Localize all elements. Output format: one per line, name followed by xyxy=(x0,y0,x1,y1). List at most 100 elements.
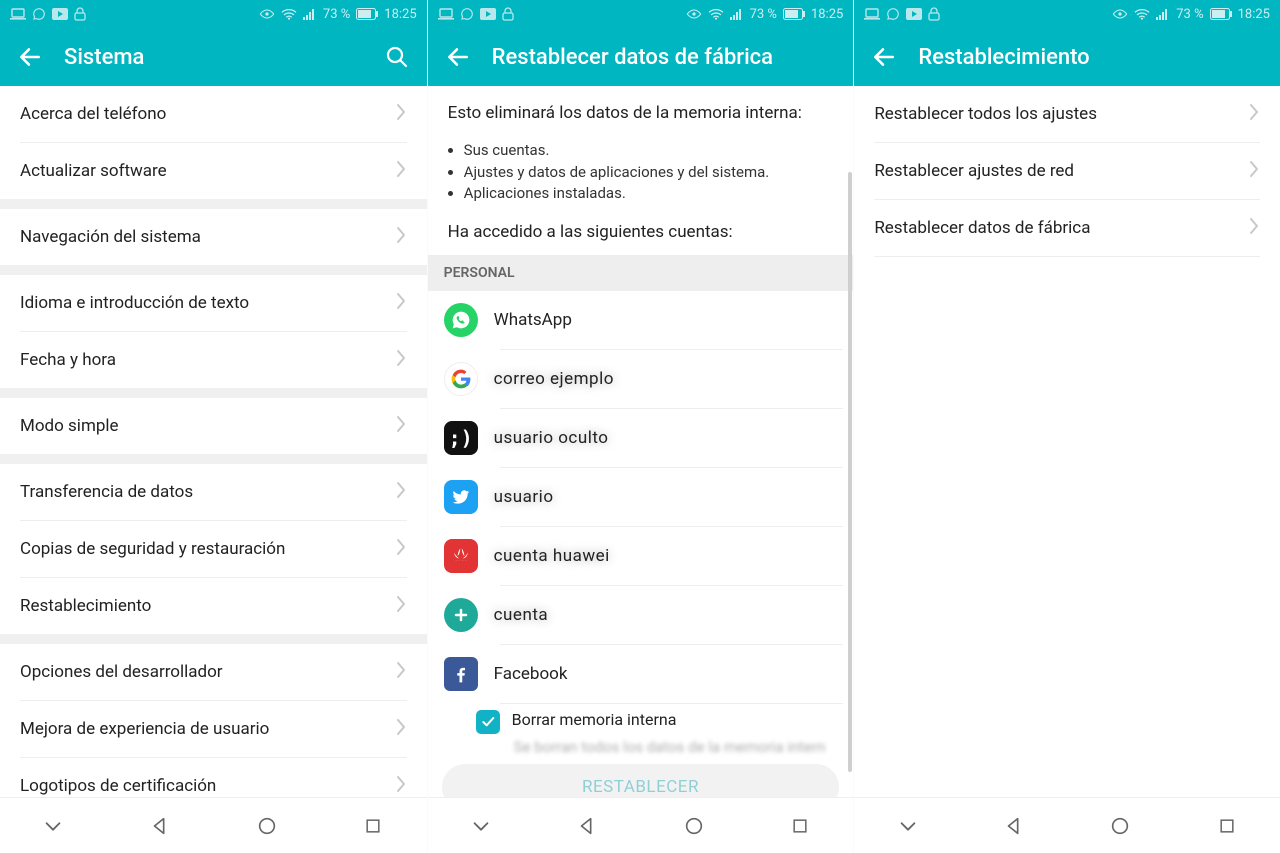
software-update-row[interactable]: Actualizar software xyxy=(0,143,427,199)
row-label: Modo simple xyxy=(20,416,395,436)
battery-icon xyxy=(783,8,805,20)
nav-home-button[interactable] xyxy=(1098,804,1142,848)
account-facebook[interactable]: Facebook xyxy=(428,645,854,703)
reset-network-settings-row[interactable]: Restablecer ajustes de red xyxy=(854,143,1280,199)
row-chevron xyxy=(395,717,407,742)
nav-expand-button[interactable] xyxy=(886,804,930,848)
clock: 18:25 xyxy=(384,7,416,22)
account-label: WhatsApp xyxy=(494,310,838,330)
chevron-right-icon xyxy=(395,348,407,368)
language-input-row[interactable]: Idioma e introducción de texto xyxy=(0,275,427,331)
factory-reset-row[interactable]: Restablecer datos de fábrica xyxy=(854,200,1280,256)
nav-home-button[interactable] xyxy=(245,804,289,848)
triangle-back-icon xyxy=(1003,815,1025,837)
wifi-icon xyxy=(708,8,724,20)
account-label: usuario oculto xyxy=(494,428,838,448)
reset-all-settings-row[interactable]: Restablecer todos los ajustes xyxy=(854,86,1280,142)
page-title: Restablecimiento xyxy=(918,45,1266,70)
section-gap xyxy=(0,634,427,644)
account-google[interactable]: correo ejemplo xyxy=(428,350,854,408)
triangle-back-icon xyxy=(576,815,598,837)
account-whatsapp[interactable]: WhatsApp xyxy=(428,291,854,349)
date-time-row[interactable]: Fecha y hora xyxy=(0,332,427,388)
pane-restablecimiento: 73 % 18:25 Restablecimiento Restablecer … xyxy=(853,0,1280,853)
eye-care-icon xyxy=(259,8,275,20)
accounts-list: WhatsApp correo ejemplo;)usuario ocultous… xyxy=(428,291,854,704)
app-bar-factory-reset: Restablecer datos de fábrica xyxy=(428,28,854,86)
status-bar: 73 % 18:25 xyxy=(854,0,1280,28)
back-button[interactable] xyxy=(868,41,900,73)
nav-recent-button[interactable] xyxy=(1205,804,1249,848)
factory-reset-intro: Esto eliminará los datos de la memoria i… xyxy=(428,86,854,136)
status-right-icons: 73 % 18:25 xyxy=(1112,7,1270,22)
status-bar: 73 % 18:25 xyxy=(0,0,427,28)
row-chevron xyxy=(395,414,407,439)
nav-bar xyxy=(0,797,427,853)
status-right-icons: 73 % 18:25 xyxy=(686,7,844,22)
erase-checkbox[interactable] xyxy=(476,710,500,734)
backup-restore-row[interactable]: Copias de seguridad y restauración xyxy=(0,521,427,577)
nav-expand-button[interactable] xyxy=(459,804,503,848)
battery-percent: 73 % xyxy=(750,7,777,22)
nav-expand-button[interactable] xyxy=(31,804,75,848)
section-gap xyxy=(0,199,427,209)
nav-bar xyxy=(854,797,1280,853)
back-button[interactable] xyxy=(442,41,474,73)
row-label: Navegación del sistema xyxy=(20,227,395,247)
account-label: Facebook xyxy=(494,664,838,684)
lock-status-icon xyxy=(502,7,514,21)
user-experience-row[interactable]: Mejora de experiencia de usuario xyxy=(0,701,427,757)
row-label: Idioma e introducción de texto xyxy=(20,293,395,313)
row-label: Restablecer datos de fábrica xyxy=(874,218,1248,238)
account-twitter[interactable]: usuario xyxy=(428,468,854,526)
status-left-icons xyxy=(438,7,514,21)
scrollbar[interactable] xyxy=(848,172,852,772)
wifi-icon xyxy=(1134,8,1150,20)
status-bar: 73 % 18:25 xyxy=(428,0,854,28)
nav-back-button[interactable] xyxy=(565,804,609,848)
nav-recent-button[interactable] xyxy=(778,804,822,848)
status-left-icons xyxy=(10,7,86,21)
battery-percent: 73 % xyxy=(1176,7,1203,22)
account-generic[interactable]: ;)usuario oculto xyxy=(428,409,854,467)
nav-home-button[interactable] xyxy=(672,804,716,848)
square-recent-icon xyxy=(363,816,383,836)
clock: 18:25 xyxy=(811,7,843,22)
circle-home-icon xyxy=(256,815,278,837)
erase-bullets: Sus cuentas.Ajustes y datos de aplicacio… xyxy=(428,136,854,217)
search-button[interactable] xyxy=(381,41,413,73)
erase-bullet: Ajustes y datos de aplicaciones y del si… xyxy=(464,162,832,184)
certification-logos-row[interactable]: Logotipos de certificación xyxy=(0,758,427,797)
chevron-right-icon xyxy=(395,414,407,434)
reset-button-label: RESTABLECER xyxy=(582,777,699,797)
pane-sistema: 73 % 18:25 Sistema Acerca del teléfonoAc… xyxy=(0,0,427,853)
chevron-right-icon xyxy=(395,225,407,245)
nav-back-button[interactable] xyxy=(138,804,182,848)
youtube-status-icon xyxy=(906,8,922,20)
reset-button[interactable]: RESTABLECER xyxy=(442,764,840,797)
chevron-right-icon xyxy=(395,717,407,737)
row-label: Restablecer ajustes de red xyxy=(874,161,1248,181)
reset-row[interactable]: Restablecimiento xyxy=(0,578,427,634)
nav-back-button[interactable] xyxy=(992,804,1036,848)
account-huawei[interactable]: cuenta huawei xyxy=(428,527,854,585)
nav-recent-button[interactable] xyxy=(351,804,395,848)
signal-icon xyxy=(303,8,317,20)
chevron-right-icon xyxy=(395,291,407,311)
row-chevron xyxy=(1248,159,1260,184)
simple-mode-row[interactable]: Modo simple xyxy=(0,398,427,454)
account-plus[interactable]: cuenta xyxy=(428,586,854,644)
youtube-status-icon xyxy=(52,8,68,20)
system-navigation-row[interactable]: Navegación del sistema xyxy=(0,209,427,265)
back-button[interactable] xyxy=(14,41,46,73)
data-transfer-row[interactable]: Transferencia de datos xyxy=(0,464,427,520)
signal-icon xyxy=(1156,8,1170,20)
about-phone-row[interactable]: Acerca del teléfono xyxy=(0,86,427,142)
developer-options-row[interactable]: Opciones del desarrollador xyxy=(0,644,427,700)
battery-icon xyxy=(356,8,378,20)
row-label: Restablecimiento xyxy=(20,596,395,616)
row-chevron xyxy=(395,537,407,562)
section-gap xyxy=(0,265,427,275)
erase-internal-checkbox-row[interactable]: Borrar memoria interna xyxy=(428,704,854,734)
pane-restablecer-fabrica: 73 % 18:25 Restablecer datos de fábrica … xyxy=(427,0,854,853)
